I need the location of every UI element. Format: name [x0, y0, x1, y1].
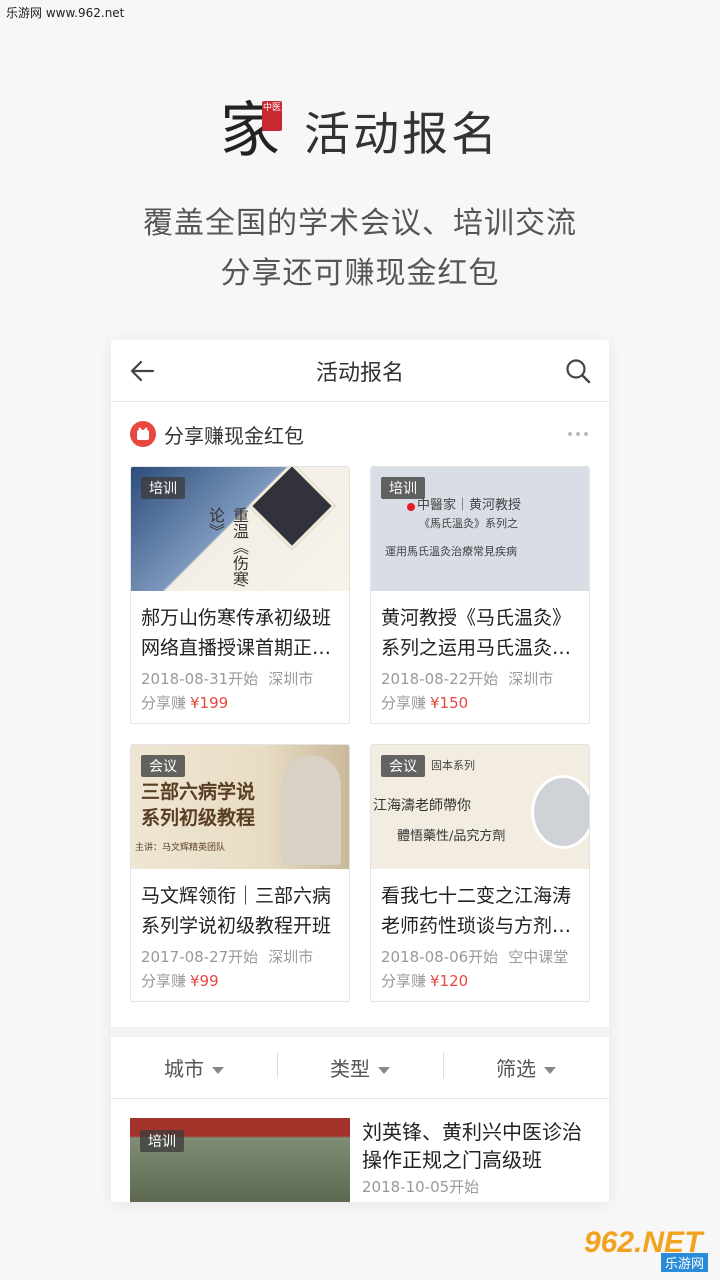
earn-price: ¥120: [430, 972, 469, 990]
card-tag: 培训: [141, 477, 185, 499]
card-title: 看我七十二变之江海涛老师药性琐谈与方剂…: [381, 885, 572, 937]
site-watermark: 乐游网 www.962.net: [6, 6, 125, 20]
card-image: 中醫家｜黄河教授 《馬氏溫灸》系列之 運用馬氏溫灸治療常見疾病 培训: [371, 467, 589, 591]
filter-more-label: 筛选: [496, 1057, 536, 1081]
card-location: 深圳市: [268, 948, 314, 966]
caret-down-icon: [378, 1067, 390, 1074]
card-meta: 2018-08-06开始 空中课堂: [371, 941, 589, 969]
activity-card[interactable]: 重温《伤寒论》 培训 郝万山伤寒传承初级班网络直播授课首期正… 2018-08-…: [130, 466, 350, 724]
app-screen: 活动报名 分享赚现金红包 重温《伤寒论》 培训 郝万山伤寒传承初级班网络直播授课…: [111, 340, 609, 1202]
nav-title: 活动报名: [315, 360, 404, 386]
card-tag: 会议: [141, 755, 185, 777]
more-icon[interactable]: [567, 424, 589, 444]
card-meta: 2018-08-22开始 深圳市: [371, 663, 589, 691]
list-item-tag: 培训: [140, 1130, 184, 1152]
earn-label: 分享赚: [141, 972, 187, 990]
filter-type[interactable]: 类型: [277, 1052, 443, 1082]
back-arrow-icon[interactable]: [129, 357, 157, 385]
card-image: 重温《伤寒论》 培训: [131, 467, 349, 591]
portrait-circle: [531, 775, 589, 849]
hero-subtitle-2: 分享还可赚现金红包: [220, 256, 500, 291]
card-title: 马文辉领衔｜三部六病系列学说初级教程开班: [141, 885, 332, 937]
card-image: 三部六病学说 系列初级教程 主讲：马文辉精英团队 会议: [131, 745, 349, 869]
filter-bar: 城市 类型 筛选: [111, 1037, 609, 1099]
section-divider: [111, 1027, 609, 1037]
card-image-text-2: 系列初级教程: [141, 807, 256, 829]
earn-price: ¥199: [190, 694, 229, 712]
nav-bar: 活动报名: [111, 340, 609, 402]
brand-logo: 家 中医: [220, 95, 282, 167]
earn-price: ¥99: [190, 972, 219, 990]
card-image-text-3: 主讲：马文辉精英团队: [135, 843, 226, 853]
card-image-text-3: 體悟藥性/品究方劑: [397, 829, 506, 844]
share-header-label: 分享赚现金红包: [164, 423, 304, 448]
card-image-text-3: 運用馬氏溫灸治療常見疾病: [385, 545, 517, 558]
portrait-figure: [281, 755, 341, 865]
card-date: 2017-08-27开始: [141, 948, 259, 966]
earn-price: ¥150: [430, 694, 469, 712]
activity-card[interactable]: 三部六病学说 系列初级教程 主讲：马文辉精英团队 会议 马文辉领衔｜三部六病系列…: [130, 744, 350, 1002]
hero-heading: 活动报名: [304, 107, 500, 161]
card-date: 2018-08-22开始: [381, 670, 499, 688]
red-envelope-icon: [130, 421, 156, 447]
hero-title: 家 中医 活动报名: [0, 95, 720, 167]
caret-down-icon: [544, 1067, 556, 1074]
card-image-text-2: 江海濤老師帶你: [373, 798, 471, 814]
card-image-text: 重温《伤寒论》: [206, 507, 249, 587]
logo-seal: 中医: [262, 101, 282, 131]
card-title: 郝万山伤寒传承初级班网络直播授课首期正…: [141, 607, 332, 659]
card-date: 2018-08-31开始: [141, 670, 259, 688]
portrait-frame: [248, 467, 336, 550]
card-meta: 2018-08-31开始 深圳市: [131, 663, 349, 691]
card-title: 黄河教授《马氏温灸》系列之运用马氏温灸…: [381, 607, 572, 659]
earn-label: 分享赚: [381, 694, 427, 712]
card-image-text-1: 三部六病学说: [141, 781, 256, 803]
card-image-text-2: 《馬氏溫灸》系列之: [419, 517, 518, 530]
card-earn: 分享赚 ¥150: [371, 691, 589, 715]
card-meta: 2017-08-27开始 深圳市: [131, 941, 349, 969]
card-image-text-1: 固本系列: [431, 759, 475, 772]
card-image: 固本系列 江海濤老師帶你 體悟藥性/品究方劑 会议: [371, 745, 589, 869]
activity-card[interactable]: 中醫家｜黄河教授 《馬氏溫灸》系列之 運用馬氏溫灸治療常見疾病 培训 黄河教授《…: [370, 466, 590, 724]
list-item-date: 2018-10-05开始: [362, 1178, 480, 1196]
card-tag: 会议: [381, 755, 425, 777]
red-dot-icon: [407, 503, 415, 511]
hero-subtitle-1: 覆盖全国的学术会议、培训交流: [143, 206, 577, 241]
card-earn: 分享赚 ¥120: [371, 969, 589, 993]
card-earn: 分享赚 ¥99: [131, 969, 349, 993]
card-location: 深圳市: [268, 670, 314, 688]
card-earn: 分享赚 ¥199: [131, 691, 349, 715]
earn-label: 分享赚: [141, 694, 187, 712]
card-location: 深圳市: [508, 670, 554, 688]
share-header: 分享赚现金红包: [111, 402, 609, 466]
filter-city[interactable]: 城市: [111, 1053, 277, 1082]
list-item[interactable]: 培训 刘英锋、黄利兴中医诊治操作正规之门高级班 2018-10-05开始: [130, 1118, 590, 1202]
corner-watermark-label: 乐游网: [660, 1253, 708, 1272]
card-location: 空中课堂: [508, 948, 569, 966]
card-image-text-1: 中醫家｜黄河教授: [417, 498, 522, 513]
card-date: 2018-08-06开始: [381, 948, 499, 966]
search-icon[interactable]: [565, 358, 591, 384]
activity-card[interactable]: 固本系列 江海濤老師帶你 體悟藥性/品究方劑 会议 看我七十二变之江海涛老师药性…: [370, 744, 590, 1002]
caret-down-icon: [212, 1067, 224, 1074]
earn-label: 分享赚: [381, 972, 427, 990]
corner-watermark: 962.NET 乐游网: [584, 1226, 712, 1274]
card-tag: 培训: [381, 477, 425, 499]
filter-city-label: 城市: [164, 1057, 204, 1081]
filter-more[interactable]: 筛选: [443, 1052, 609, 1082]
filter-type-label: 类型: [330, 1057, 370, 1081]
list-item-title: 刘英锋、黄利兴中医诊治操作正规之门高级班: [362, 1120, 582, 1172]
list-item-image: 培训: [130, 1118, 350, 1202]
